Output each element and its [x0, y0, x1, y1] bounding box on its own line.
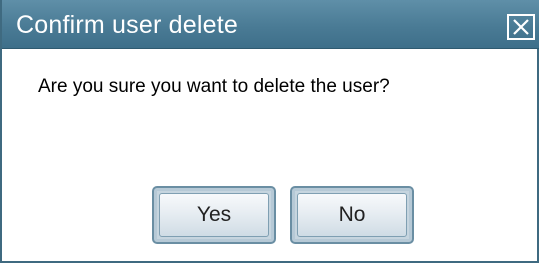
no-button-label: No [297, 193, 407, 237]
yes-button[interactable]: Yes [152, 186, 276, 244]
titlebar-content: Confirm user delete [16, 8, 535, 43]
no-button[interactable]: No [290, 186, 414, 244]
dialog-title: Confirm user delete [16, 11, 238, 39]
confirm-message: Are you sure you want to delete the user… [38, 76, 390, 97]
yes-button-label: Yes [159, 193, 269, 237]
close-icon [513, 19, 529, 35]
confirm-dialog: Confirm user delete Are you sure you wan… [0, 0, 539, 263]
close-button[interactable] [507, 14, 535, 40]
dialog-titlebar[interactable]: Confirm user delete [2, 0, 539, 49]
